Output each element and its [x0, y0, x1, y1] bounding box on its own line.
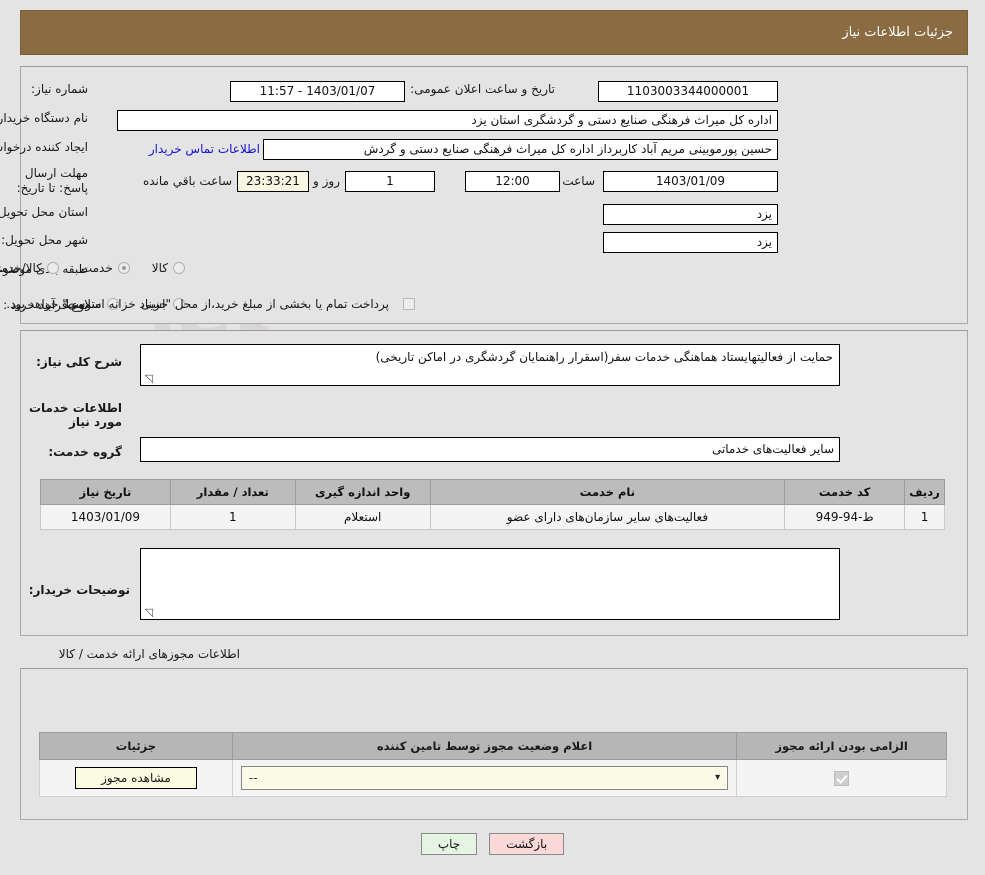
view-permit-button[interactable]: مشاهده مجوز: [74, 767, 197, 789]
cell-name: فعالیت‌های سایر سازمان‌های دارای عضو: [429, 504, 786, 530]
service-table: ردیف کد خدمت نام خدمت واحد اندازه گیری ت…: [40, 479, 945, 530]
cell-permit-status: ▾ --: [231, 759, 738, 797]
radio-label-kala: کالا: [151, 261, 168, 275]
radio-icon-kala[interactable]: [173, 262, 185, 274]
col-quantity: تعداد / مقدار: [169, 479, 296, 505]
treasury-checkbox[interactable]: [403, 298, 415, 310]
remaining-days-value: 1: [345, 171, 435, 192]
deadline-label: مهلت ارسال پاسخ: تا تاریخ:: [16, 166, 88, 195]
city-row: شهر محل تحویل:: [1, 233, 88, 247]
cell-radif: 1: [904, 504, 945, 530]
general-description-value: حمایت از فعالیتهایستاد هماهنگی خدمات سفر…: [375, 350, 833, 364]
page-title: جزئیات اطلاعات نیاز: [842, 25, 953, 40]
creator-value: حسین پورموبینی مریم آباد کاربرداز اداره …: [263, 139, 778, 160]
buyer-notes-label: توضیحات خریدار:: [28, 583, 130, 597]
treasury-note-row: پرداخت تمام یا بخشی از مبلغ خرید،از محل …: [6, 297, 415, 311]
resize-grip-icon-notes[interactable]: ◹: [143, 607, 153, 618]
col-code: کد خدمت: [784, 479, 906, 505]
cell-code: ط-94-949: [784, 504, 906, 530]
permits-section-caption: اطلاعات مجوزهای ارائه خدمت / کالا: [58, 647, 240, 661]
cell-date: 1403/01/09: [40, 504, 171, 530]
permits-table: الزامی بودن ارائه مجوز اعلام وضعیت مجوز …: [39, 732, 947, 797]
treasury-note-text: پرداخت تمام یا بخشی از مبلغ خرید،از محل …: [6, 297, 389, 311]
col-permit-required: الزامی بودن ارائه مجوز: [736, 732, 947, 760]
announce-datetime-label: تاریخ و ساعت اعلان عمومی:: [410, 82, 555, 96]
countdown-timer: 23:33:21: [237, 171, 309, 192]
window-titlebar: جزئیات اطلاعات نیاز: [20, 10, 968, 55]
buyer-contact-link[interactable]: اطلاعات تماس خریدار: [149, 142, 260, 156]
creator-label: ایجاد کننده درخواست:: [0, 140, 88, 154]
service-group-label: گروه خدمت:: [48, 445, 122, 459]
province-value: یزد: [603, 204, 778, 225]
buyer-org-value: اداره کل میراث فرهنگی صنایع دستی و گردشگ…: [117, 110, 778, 131]
deadline-hour-label: ساعت: [562, 174, 595, 188]
resize-grip-icon[interactable]: ◹: [143, 373, 153, 384]
radio-label-kala-khedmat: کالا/خدمت: [0, 261, 42, 275]
table-row: 1 ط-94-949 فعالیت‌های سایر سازمان‌های دا…: [40, 504, 945, 530]
general-description-textarea[interactable]: حمایت از فعالیتهایستاد هماهنگی خدمات سفر…: [140, 344, 840, 386]
print-button[interactable]: چاپ: [420, 833, 478, 855]
deadline-hour-value: 12:00: [465, 171, 560, 192]
cell-permit-required: [736, 759, 947, 797]
service-group-value: سایر فعالیت‌های خدماتی: [140, 437, 840, 462]
action-button-bar: بازگشت چاپ: [0, 833, 985, 855]
page-root: AriaTender.net جزئیات اطلاعات نیاز شماره…: [0, 0, 985, 875]
col-unit: واحد اندازه گیری: [294, 479, 431, 505]
permits-header-row: الزامی بودن ارائه مجوز اعلام وضعیت مجوز …: [39, 732, 947, 760]
buyer-notes-textarea[interactable]: ◹: [140, 548, 840, 620]
table-header-row: ردیف کد خدمت نام خدمت واحد اندازه گیری ت…: [40, 479, 945, 505]
general-description-label: شرح کلی نیاز:: [36, 355, 122, 369]
remaining-days-label: روز و: [313, 174, 340, 188]
creator-row: ایجاد کننده درخواست:: [0, 140, 88, 154]
deadline-row: مهلت ارسال پاسخ: تا تاریخ:: [0, 166, 88, 196]
need-number-label: شماره نیاز:: [31, 82, 88, 96]
buyer-notes-value: [141, 549, 839, 553]
buyer-org-row: نام دستگاه خریدار:: [0, 111, 88, 125]
back-button[interactable]: بازگشت: [489, 833, 565, 855]
announce-label-wrap: تاریخ و ساعت اعلان عمومی:: [410, 82, 555, 96]
col-permit-details: جزئیات: [39, 732, 233, 760]
need-number-value: 1103003344000001: [598, 81, 778, 102]
permit-status-select[interactable]: ▾ --: [240, 766, 729, 790]
cell-unit: استعلام: [294, 504, 431, 530]
col-radif: ردیف: [904, 479, 945, 505]
radio-option-khedmat[interactable]: خدمت: [81, 261, 130, 275]
province-row: استان محل تحویل:: [0, 205, 88, 219]
need-number-row: شماره نیاز:: [31, 82, 88, 96]
col-permit-status: اعلام وضعیت مجوز توسط تامین کننده: [231, 732, 738, 760]
announce-datetime-value: 1403/01/07 - 11:57: [230, 81, 405, 102]
countdown-label: ساعت باقي مانده: [142, 174, 232, 188]
radio-label-khedmat: خدمت: [80, 261, 113, 275]
province-label: استان محل تحویل:: [0, 205, 88, 219]
radio-option-kala-khedmat[interactable]: کالا/خدمت: [0, 261, 59, 275]
chevron-down-icon: ▾: [715, 772, 721, 783]
category-radio-group[interactable]: کالا خدمت کالا/خدمت: [0, 261, 185, 275]
permit-status-value: --: [248, 771, 258, 785]
radio-icon-kala-khedmat[interactable]: [46, 262, 59, 274]
col-date: تاریخ نیاز: [40, 479, 171, 505]
radio-option-kala[interactable]: کالا: [152, 261, 185, 275]
need-info-panel: [20, 66, 968, 324]
buyer-org-label: نام دستگاه خریدار:: [0, 111, 88, 125]
deadline-date-value: 1403/01/09: [603, 171, 778, 192]
permit-required-checkbox: [834, 770, 850, 786]
radio-icon-khedmat[interactable]: [117, 262, 130, 274]
city-value: یزد: [603, 232, 778, 253]
cell-permit-details: مشاهده مجوز: [39, 759, 233, 797]
city-label: شهر محل تحویل:: [1, 233, 88, 247]
permits-row: ▾ -- مشاهده مجوز: [39, 759, 947, 797]
service-info-section-title: اطلاعات خدمات مورد نیاز: [28, 401, 122, 429]
col-name: نام خدمت: [429, 479, 786, 505]
cell-quantity: 1: [169, 504, 296, 530]
